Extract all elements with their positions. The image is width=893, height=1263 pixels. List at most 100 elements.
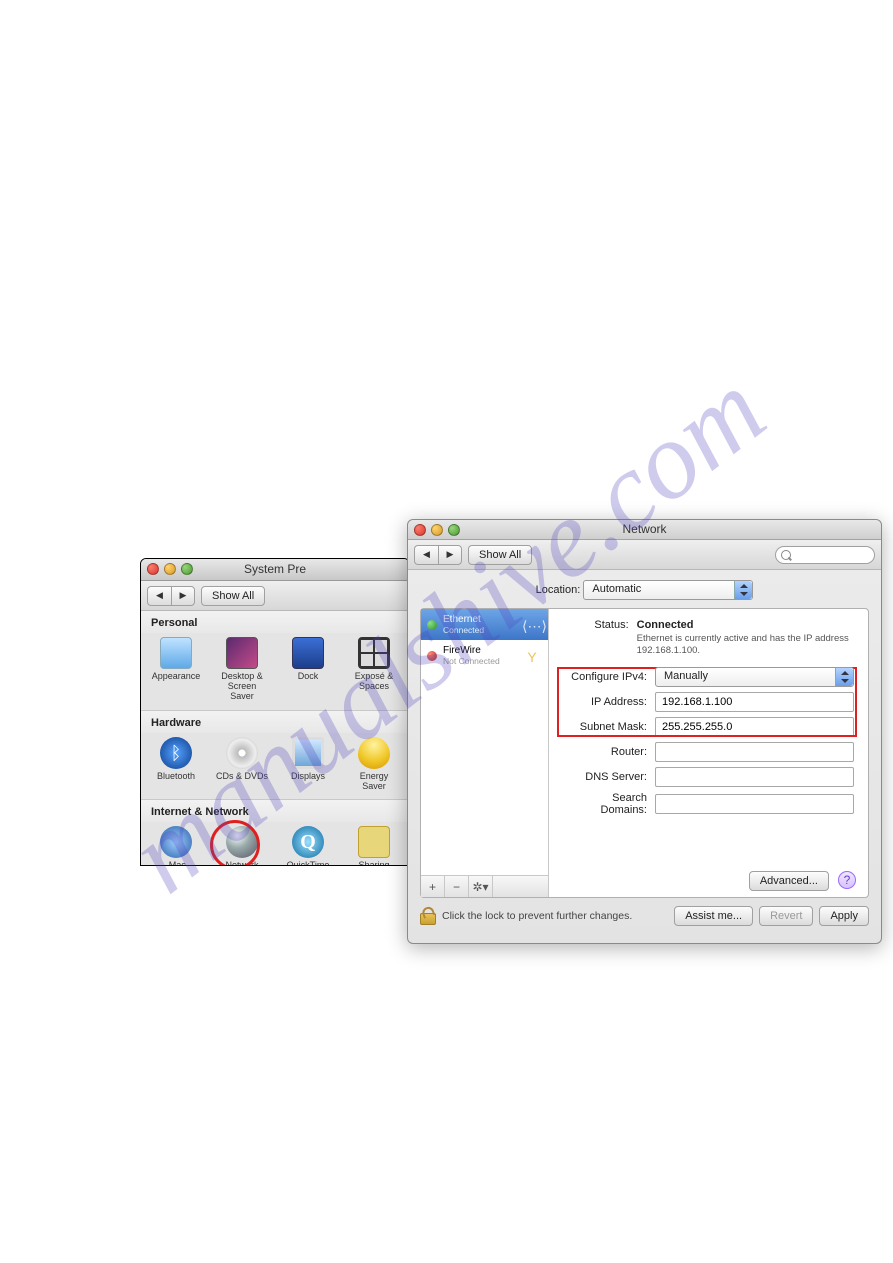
show-all-button[interactable]: Show All [201,586,265,606]
forward-button[interactable]: ▶ [171,586,195,606]
pref-label: Appearance [149,672,203,682]
apply-button[interactable]: Apply [819,906,869,926]
sysprefs-toolbar: ◀ ▶ Show All [141,581,409,611]
search-domains-input[interactable] [655,794,854,814]
status-description: Ethernet is currently active and has the… [637,633,854,657]
dotmac-icon [160,826,192,858]
section-hardware-header: Hardware [141,711,409,733]
service-actions-button[interactable]: ✲▾ [469,876,493,897]
nav-buttons: ◀ ▶ [414,545,462,565]
forward-button[interactable]: ▶ [438,545,462,565]
router-row: Router: [563,742,854,762]
revert-button[interactable]: Revert [759,906,813,926]
status-label: Status: [563,619,637,657]
pref-label: Energy Saver [347,772,401,792]
status-dot-icon [427,620,437,630]
expose-icon [358,637,390,669]
network-footer: Click the lock to prevent further change… [408,898,881,936]
ethernet-glyph-icon: ⟨⋯⟩ [522,618,542,632]
pref-label: Exposé & Spaces [347,672,401,692]
pref-label: Desktop & Screen Saver [215,672,269,702]
pref-expose[interactable]: Exposé & Spaces [347,637,401,702]
advanced-button[interactable]: Advanced... [749,871,829,891]
back-button[interactable]: ◀ [147,586,171,606]
pref-network[interactable]: Network [215,826,269,866]
service-list: Ethernet Connected ⟨⋯⟩ FireWire Not Conn… [421,609,549,897]
router-input[interactable] [655,742,854,762]
status-dot-icon [427,651,437,661]
pref-label: .Mac [149,861,203,866]
configure-value: Manually [664,670,708,682]
pref-label: CDs & DVDs [215,772,269,782]
pref-label: QuickTime [281,861,335,866]
dns-input[interactable] [655,767,854,787]
service-firewire[interactable]: FireWire Not Connected Y [421,640,548,671]
section-internet-header: Internet & Network [141,800,409,822]
firewire-glyph-icon: Y [522,649,542,663]
network-detail: Status: Connected Ethernet is currently … [549,609,868,897]
pref-cds[interactable]: CDs & DVDs [215,737,269,792]
service-name: Ethernet [443,614,516,626]
search-input[interactable] [775,546,875,564]
system-preferences-window: System Pre ◀ ▶ Show All Personal Appeara… [140,558,410,866]
dns-row: DNS Server: [563,767,854,787]
assist-button[interactable]: Assist me... [674,906,753,926]
pref-quicktime[interactable]: Q QuickTime [281,826,335,866]
sysprefs-title: System Pre [141,562,409,576]
pref-energy[interactable]: Energy Saver [347,737,401,792]
sysprefs-body: Personal Appearance Desktop & Screen Sav… [141,611,409,866]
network-main: Ethernet Connected ⟨⋯⟩ FireWire Not Conn… [420,608,869,898]
service-ethernet[interactable]: Ethernet Connected ⟨⋯⟩ [421,609,548,640]
pref-appearance[interactable]: Appearance [149,637,203,702]
sharing-icon [358,826,390,858]
status-value: Connected [637,619,694,631]
network-titlebar: Network [408,520,881,540]
section-hardware-row: ᛒ Bluetooth CDs & DVDs Displays Energy Sa… [141,733,409,801]
appearance-icon [160,637,192,669]
service-status: Connected [443,626,516,636]
configure-select[interactable]: Manually [655,667,854,687]
section-internet-row: .Mac Network Q QuickTime Sharing [141,822,409,866]
status-row: Status: Connected Ethernet is currently … [563,619,854,657]
advanced-row: Advanced... ? [749,871,856,891]
chevron-updown-icon [734,581,752,599]
pref-sharing[interactable]: Sharing [347,826,401,866]
displays-icon [292,737,324,769]
quicktime-icon: Q [292,826,324,858]
pref-bluetooth[interactable]: ᛒ Bluetooth [149,737,203,792]
pref-displays[interactable]: Displays [281,737,335,792]
cd-icon [226,737,258,769]
network-window: Network ◀ ▶ Show All Location: Automatic… [407,519,882,944]
highlight-circle-icon [210,820,260,866]
lock-text: Click the lock to prevent further change… [442,910,632,922]
service-list-buttons: + − ✲▾ [421,875,548,897]
location-value: Automatic [592,583,641,595]
location-row: Location: Automatic [408,570,881,608]
desktop-icon [226,637,258,669]
dns-label: DNS Server: [563,771,655,783]
footer-buttons: Assist me... Revert Apply [674,906,869,926]
back-button[interactable]: ◀ [414,545,438,565]
show-all-button[interactable]: Show All [468,545,532,565]
location-select[interactable]: Automatic [583,580,753,600]
pref-label: Displays [281,772,335,782]
section-personal-row: Appearance Desktop & Screen Saver Dock E… [141,633,409,711]
add-service-button[interactable]: + [421,876,445,897]
pref-label: Bluetooth [149,772,203,782]
pref-dock[interactable]: Dock [281,637,335,702]
pref-desktop[interactable]: Desktop & Screen Saver [215,637,269,702]
bluetooth-icon: ᛒ [160,737,192,769]
help-icon[interactable]: ? [838,871,856,889]
network-toolbar: ◀ ▶ Show All [408,540,881,570]
dock-icon [292,637,324,669]
pref-mac[interactable]: .Mac [149,826,203,866]
location-label: Location: [536,584,581,596]
search-domains-label: Search Domains: [563,792,655,816]
energy-icon [358,737,390,769]
remove-service-button[interactable]: − [445,876,469,897]
network-title: Network [408,522,881,536]
chevron-updown-icon [835,668,853,686]
lock-icon[interactable] [420,907,436,925]
search-domains-row: Search Domains: [563,792,854,816]
pref-label: Sharing [347,861,401,866]
